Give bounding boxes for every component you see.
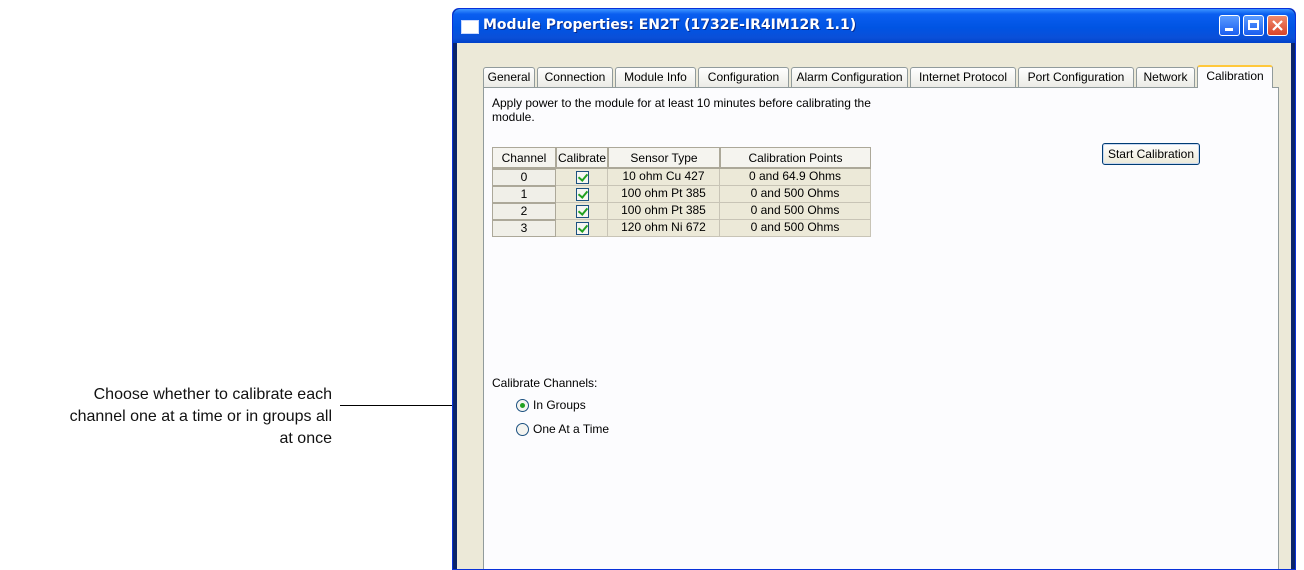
callout-line-3: at once: [279, 430, 332, 447]
maximize-button[interactable]: [1243, 15, 1264, 36]
checkmark-icon: [577, 222, 589, 233]
callout-annotation: Choose whether to calibrate each channel…: [0, 384, 332, 450]
channel-cell: 3: [492, 220, 556, 237]
close-icon: [1272, 20, 1283, 31]
calibration-points-cell: 0 and 500 Ohms: [720, 220, 871, 237]
tab-alarm-configuration[interactable]: Alarm Configuration: [791, 67, 908, 87]
calibrate-checkbox-3[interactable]: [576, 222, 589, 235]
tab-network[interactable]: Network: [1136, 67, 1195, 87]
calibrate-cell: [556, 203, 608, 220]
callout-line-1: Choose whether to calibrate each: [93, 386, 332, 403]
column-header-calibration-points[interactable]: Calibration Points: [720, 147, 871, 169]
column-header-calibrate[interactable]: Calibrate: [556, 147, 608, 169]
sensor-type-cell: 120 ohm Ni 672: [608, 220, 720, 237]
radio-button-selected[interactable]: [516, 399, 529, 412]
tab-general[interactable]: General: [483, 67, 535, 87]
calibrate-cell: [556, 169, 608, 186]
channel-cell: 1: [492, 186, 556, 203]
module-properties-window: Module Properties: EN2T (1732E-IR4IM12R …: [452, 8, 1296, 570]
title-bar[interactable]: Module Properties: EN2T (1732E-IR4IM12R …: [453, 9, 1295, 43]
sensor-type-cell: 100 ohm Pt 385: [608, 186, 720, 203]
sensor-type-cell: 100 ohm Pt 385: [608, 203, 720, 220]
column-header-sensor-type[interactable]: Sensor Type: [608, 147, 720, 169]
calibrate-checkbox-2[interactable]: [576, 205, 589, 218]
calibrate-cell: [556, 186, 608, 203]
radio-in-groups-label[interactable]: In Groups: [533, 398, 586, 412]
callout-line-2: channel one at a time or in groups all: [69, 408, 332, 425]
window-icon: [461, 20, 479, 34]
channel-cell: 2: [492, 203, 556, 220]
tab-module-info[interactable]: Module Info: [615, 67, 696, 87]
sensor-type-cell: 10 ohm Cu 427: [608, 169, 720, 186]
start-calibration-button[interactable]: Start Calibration: [1102, 143, 1200, 165]
checkmark-icon: [577, 171, 589, 182]
radio-dot-icon: [520, 403, 525, 408]
minimize-icon: [1225, 28, 1233, 31]
minimize-button[interactable]: [1219, 15, 1240, 36]
calibrate-cell: [556, 220, 608, 237]
channel-cell: 0: [492, 169, 556, 186]
maximize-icon: [1248, 20, 1259, 30]
calibration-points-cell: 0 and 500 Ohms: [720, 203, 871, 220]
window-title: Module Properties: EN2T (1732E-IR4IM12R …: [483, 17, 857, 33]
calibrate-checkbox-0[interactable]: [576, 171, 589, 184]
radio-button[interactable]: [516, 423, 529, 436]
checkmark-icon: [577, 188, 589, 199]
tab-port-configuration[interactable]: Port Configuration: [1018, 67, 1134, 87]
calibration-points-cell: 0 and 64.9 Ohms: [720, 169, 871, 186]
checkmark-icon: [577, 205, 589, 216]
tab-internet-protocol[interactable]: Internet Protocol: [910, 67, 1016, 87]
close-button[interactable]: [1267, 15, 1288, 36]
tab-connection[interactable]: Connection: [537, 67, 613, 87]
calibration-points-cell: 0 and 500 Ohms: [720, 186, 871, 203]
calibrate-channels-label: Calibrate Channels:: [492, 376, 598, 390]
tab-configuration[interactable]: Configuration: [698, 67, 789, 87]
window-client-area: General Connection Module Info Configura…: [457, 43, 1291, 569]
radio-one-at-a-time-label[interactable]: One At a Time: [533, 422, 609, 436]
calibrate-checkbox-1[interactable]: [576, 188, 589, 201]
calibration-panel: Apply power to the module for at least 1…: [483, 87, 1279, 569]
calibration-instructions: Apply power to the module for at least 1…: [492, 96, 871, 124]
column-header-channel[interactable]: Channel: [492, 147, 556, 169]
tab-calibration[interactable]: Calibration: [1197, 65, 1273, 88]
